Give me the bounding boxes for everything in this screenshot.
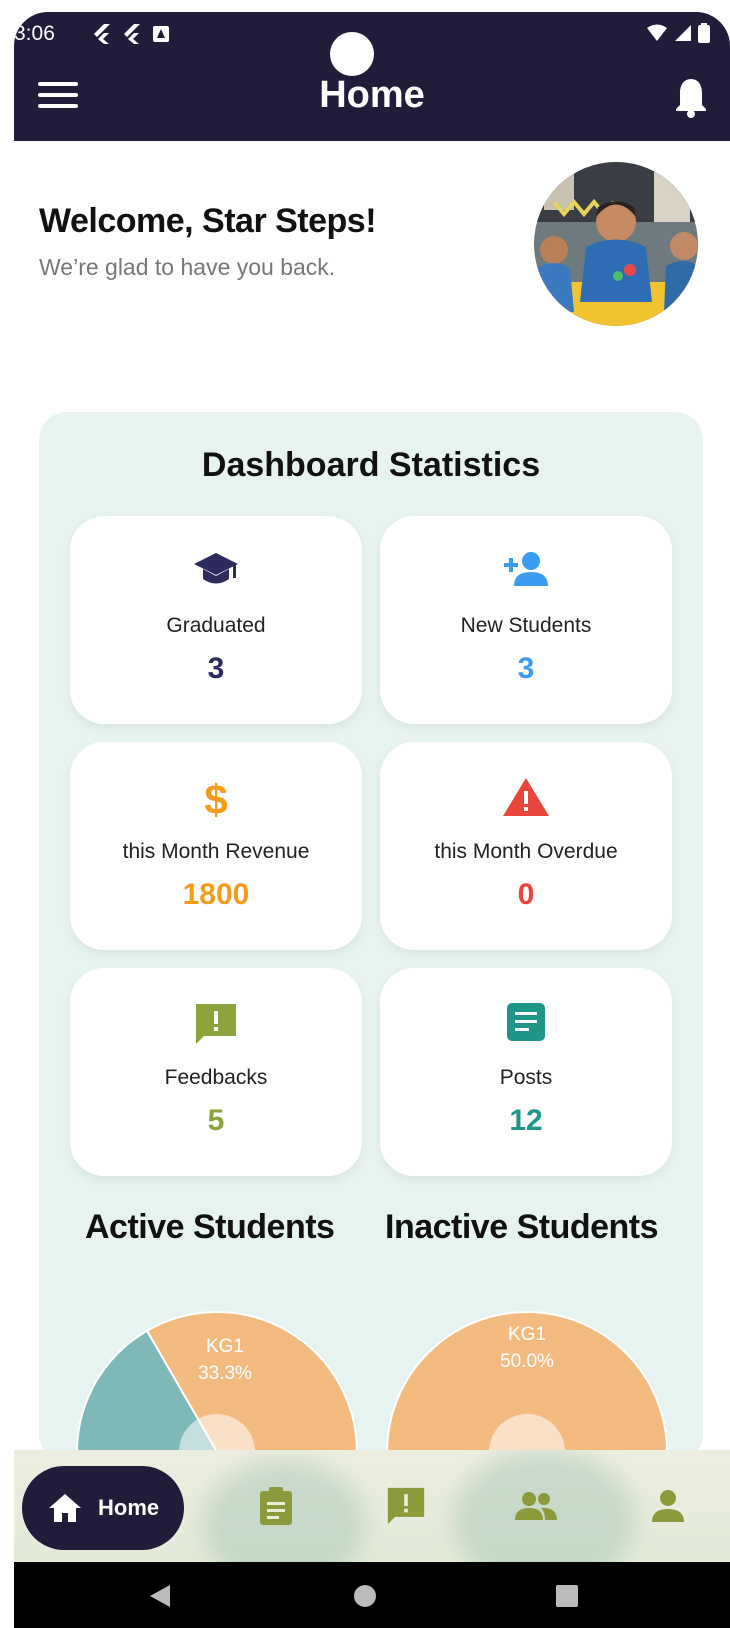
back-icon[interactable] [148, 1584, 172, 1608]
stat-card-graduated[interactable]: Graduated 3 [70, 516, 362, 724]
card-icon-wrap [380, 1002, 672, 1046]
feedback-icon [196, 1004, 236, 1044]
nav-home-button[interactable]: Home [22, 1466, 184, 1550]
card-label: this Month Overdue [434, 840, 618, 863]
card-value: 0 [517, 878, 535, 911]
pie-slice-percent: 50.0% [500, 1351, 554, 1372]
nav-home-label: Home [98, 1495, 160, 1520]
active-students-title: Active Students [85, 1208, 335, 1246]
warning-icon [503, 778, 549, 816]
app-bar-title: Home [319, 74, 425, 116]
card-value: 5 [207, 1104, 225, 1137]
status-time: 3:06 [14, 22, 55, 45]
graduation-cap-icon [194, 553, 238, 584]
stat-card-new-students[interactable]: New Students 3 [380, 516, 672, 724]
card-icon-wrap [70, 1002, 362, 1046]
person-icon [652, 1490, 684, 1522]
battery-icon [698, 23, 710, 43]
app-badge-icon [153, 26, 169, 42]
classroom-photo [534, 162, 698, 326]
app-bar: 3:06 Home [14, 12, 730, 141]
phone-screen: 3:06 Home Welcome, Star Steps! We’re gla… [14, 12, 730, 1628]
nav-profile-button[interactable] [646, 1484, 690, 1528]
card-label: New Students [460, 614, 592, 637]
article-icon [507, 1003, 545, 1041]
home-circle-icon[interactable] [353, 1584, 377, 1608]
assignment-icon [260, 1487, 292, 1525]
active-students-chart: KG1 33.3% [67, 1292, 367, 1462]
avatar [534, 162, 698, 326]
inactive-students-title: Inactive Students [385, 1208, 659, 1246]
active-students-pie: KG1 33.3% [76, 1311, 359, 1462]
welcome-subtitle: We’re glad to have you back. [39, 254, 336, 280]
home-icon [49, 1494, 81, 1522]
dashboard-title: Dashboard Statistics [201, 446, 541, 484]
card-label: this Month Revenue [122, 840, 310, 863]
card-icon-wrap [380, 550, 672, 594]
pie-slice-label: KG1 [508, 1324, 546, 1345]
flutter-icon [124, 24, 140, 44]
card-label: Graduated [166, 614, 266, 637]
bell-icon [676, 79, 706, 118]
card-icon-wrap [70, 550, 362, 594]
notification-icons [92, 23, 170, 45]
card-icon-wrap [380, 776, 672, 820]
recents-icon[interactable] [555, 1584, 579, 1608]
inactive-students-pie: KG1 50.0% [385, 1311, 669, 1462]
nav-feedback-button[interactable] [384, 1484, 428, 1528]
stat-card-month-overdue[interactable]: this Month Overdue 0 [380, 742, 672, 950]
camera-cutout [330, 32, 374, 76]
person-add-icon [504, 552, 548, 586]
nav-assignments-button[interactable] [254, 1484, 298, 1528]
bottom-navigation: Home [14, 1450, 730, 1562]
stat-card-feedbacks[interactable]: Feedbacks 5 [70, 968, 362, 1176]
nav-group-button[interactable] [514, 1484, 558, 1528]
card-icon-wrap: $ [70, 776, 362, 820]
system-tray [646, 23, 710, 43]
group-icon [515, 1492, 557, 1520]
stat-card-posts[interactable]: Posts 12 [380, 968, 672, 1176]
card-label: Feedbacks [164, 1066, 268, 1089]
card-value: 12 [509, 1104, 543, 1137]
device: 3:06 Home Welcome, Star Steps! We’re gla… [0, 0, 730, 1628]
card-value: 3 [207, 652, 225, 685]
pie-slice-label: KG1 [206, 1336, 244, 1357]
pie-slice-percent: 33.3% [198, 1363, 252, 1384]
card-value: 1800 [182, 878, 250, 911]
card-label: Posts [499, 1066, 553, 1089]
svg-text:$: $ [204, 776, 227, 820]
wifi-icon [647, 24, 667, 41]
signal-icon [675, 25, 691, 41]
notifications-button[interactable] [674, 76, 708, 118]
system-navigation-bar [14, 1562, 730, 1628]
stat-card-month-revenue[interactable]: $ this Month Revenue 1800 [70, 742, 362, 950]
dollar-icon: $ [204, 776, 227, 820]
inactive-students-chart: KG1 50.0% [377, 1292, 677, 1462]
flutter-icon [94, 24, 110, 44]
dashboard-panel: Dashboard Statistics Graduated 3 New Stu… [39, 412, 703, 1462]
card-value: 3 [517, 652, 535, 685]
feedback-icon [387, 1487, 425, 1525]
welcome-title: Welcome, Star Steps! [39, 202, 377, 240]
